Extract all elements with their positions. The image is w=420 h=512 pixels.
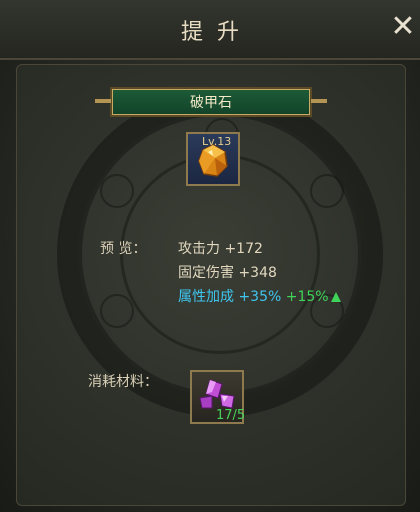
- stat-fixed-damage-name: 固定伤害: [178, 265, 234, 281]
- stat-attack-value: +172: [224, 241, 263, 257]
- item-name: 破甲石: [190, 95, 232, 111]
- stat-bonus-increase: +15%: [285, 289, 329, 305]
- up-arrow-icon: [330, 292, 341, 302]
- stat-bonus-name: 属性加成: [178, 289, 234, 305]
- materials-label: 消耗材料：: [88, 374, 158, 390]
- material-count: 17/5: [216, 408, 246, 423]
- stat-attack-name: 攻击力: [178, 241, 220, 257]
- content-frame: [16, 64, 406, 506]
- title-bar: 提升 ✕: [0, 0, 420, 60]
- stat-attack: 攻击力 +172: [178, 238, 263, 258]
- material-slot[interactable]: 17/5: [190, 370, 246, 424]
- stat-fixed-damage: 固定伤害 +348: [178, 262, 277, 282]
- window-title: 提升: [180, 20, 253, 45]
- stat-bonus-value: +35%: [238, 289, 282, 305]
- preview-label: 预 览：: [100, 241, 147, 257]
- item-name-banner: 破甲石: [95, 89, 327, 115]
- amber-gem-icon: [198, 144, 228, 177]
- upgrade-panel: 提升 ✕ 破甲石 Lv.13 预 览： 攻击力 +172 固定伤害 +348 属…: [0, 0, 420, 512]
- stat-fixed-damage-value: +348: [238, 265, 277, 281]
- stat-attribute-bonus: 属性加成 +35% +15%: [178, 286, 341, 306]
- close-icon[interactable]: ✕: [390, 12, 416, 42]
- item-slot[interactable]: Lv.13: [186, 132, 240, 186]
